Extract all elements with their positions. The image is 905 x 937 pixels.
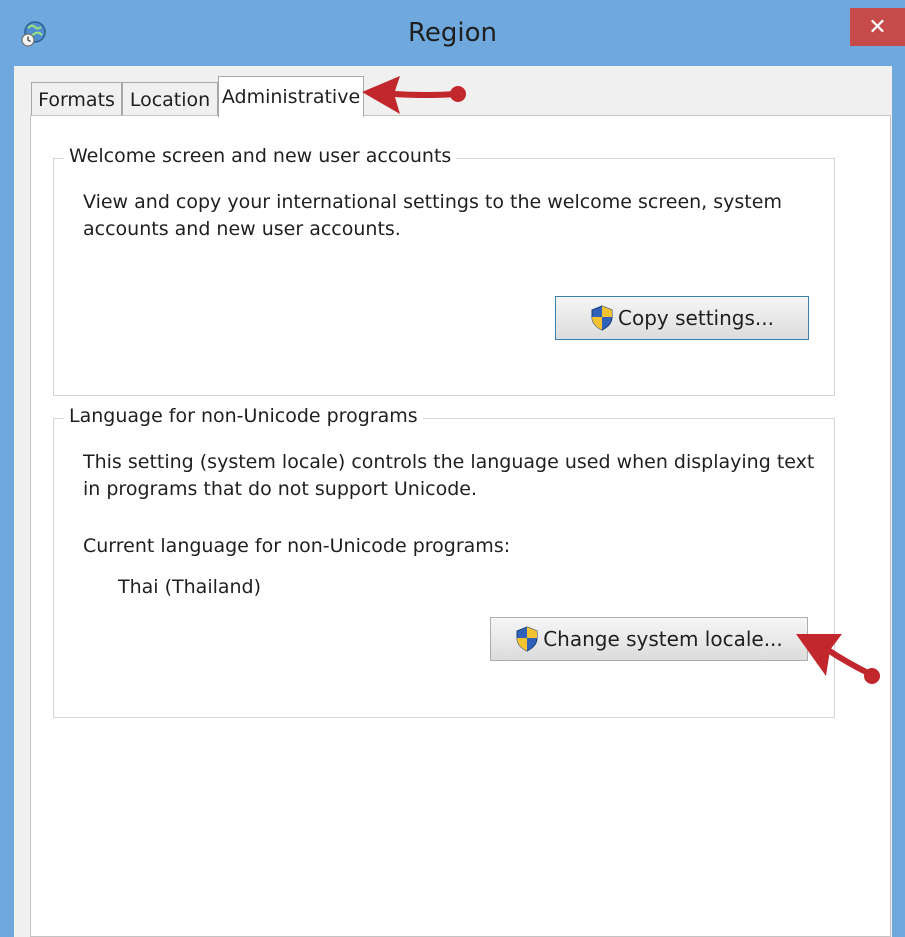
- annotation-arrow-icon: [796, 634, 880, 684]
- language-group-title: Language for non-Unicode programs: [64, 405, 423, 427]
- tab-formats-label: Formats: [38, 88, 115, 111]
- tab-administrative[interactable]: Administrative: [218, 76, 364, 117]
- change-locale-label: Change system locale...: [543, 627, 783, 651]
- window-title: Region: [407, 18, 497, 48]
- copy-settings-label: Copy settings...: [618, 306, 774, 330]
- uac-shield-icon: [516, 626, 538, 652]
- close-icon: ✕: [868, 14, 887, 40]
- region-window: Region ✕ Formats Location Administrative…: [0, 0, 905, 937]
- tab-formats[interactable]: Formats: [31, 82, 122, 116]
- current-language-value: Thai (Thailand): [118, 576, 262, 598]
- language-description: This setting (system locale) controls th…: [83, 451, 815, 500]
- welcome-group-title: Welcome screen and new user accounts: [64, 145, 457, 167]
- dialog-client-area: Formats Location Administrative Welcome …: [14, 66, 892, 937]
- tab-location-label: Location: [129, 88, 211, 111]
- tab-administrative-label: Administrative: [221, 86, 361, 108]
- annotation-arrow-icon: [362, 76, 466, 114]
- administrative-panel: Welcome screen and new user accounts Vie…: [30, 115, 891, 937]
- welcome-screen-group: Welcome screen and new user accounts Vie…: [53, 145, 835, 396]
- current-language-label: Current language for non-Unicode program…: [83, 535, 511, 557]
- copy-settings-button[interactable]: Copy settings...: [555, 296, 809, 340]
- tab-location[interactable]: Location: [122, 82, 218, 116]
- close-button[interactable]: ✕: [850, 8, 905, 46]
- welcome-description: View and copy your international setting…: [83, 191, 782, 240]
- change-system-locale-button[interactable]: Change system locale...: [490, 617, 808, 661]
- title-bar[interactable]: Region ✕: [0, 0, 905, 66]
- uac-shield-icon: [591, 305, 613, 331]
- non-unicode-language-group: Language for non-Unicode programs This s…: [53, 405, 835, 718]
